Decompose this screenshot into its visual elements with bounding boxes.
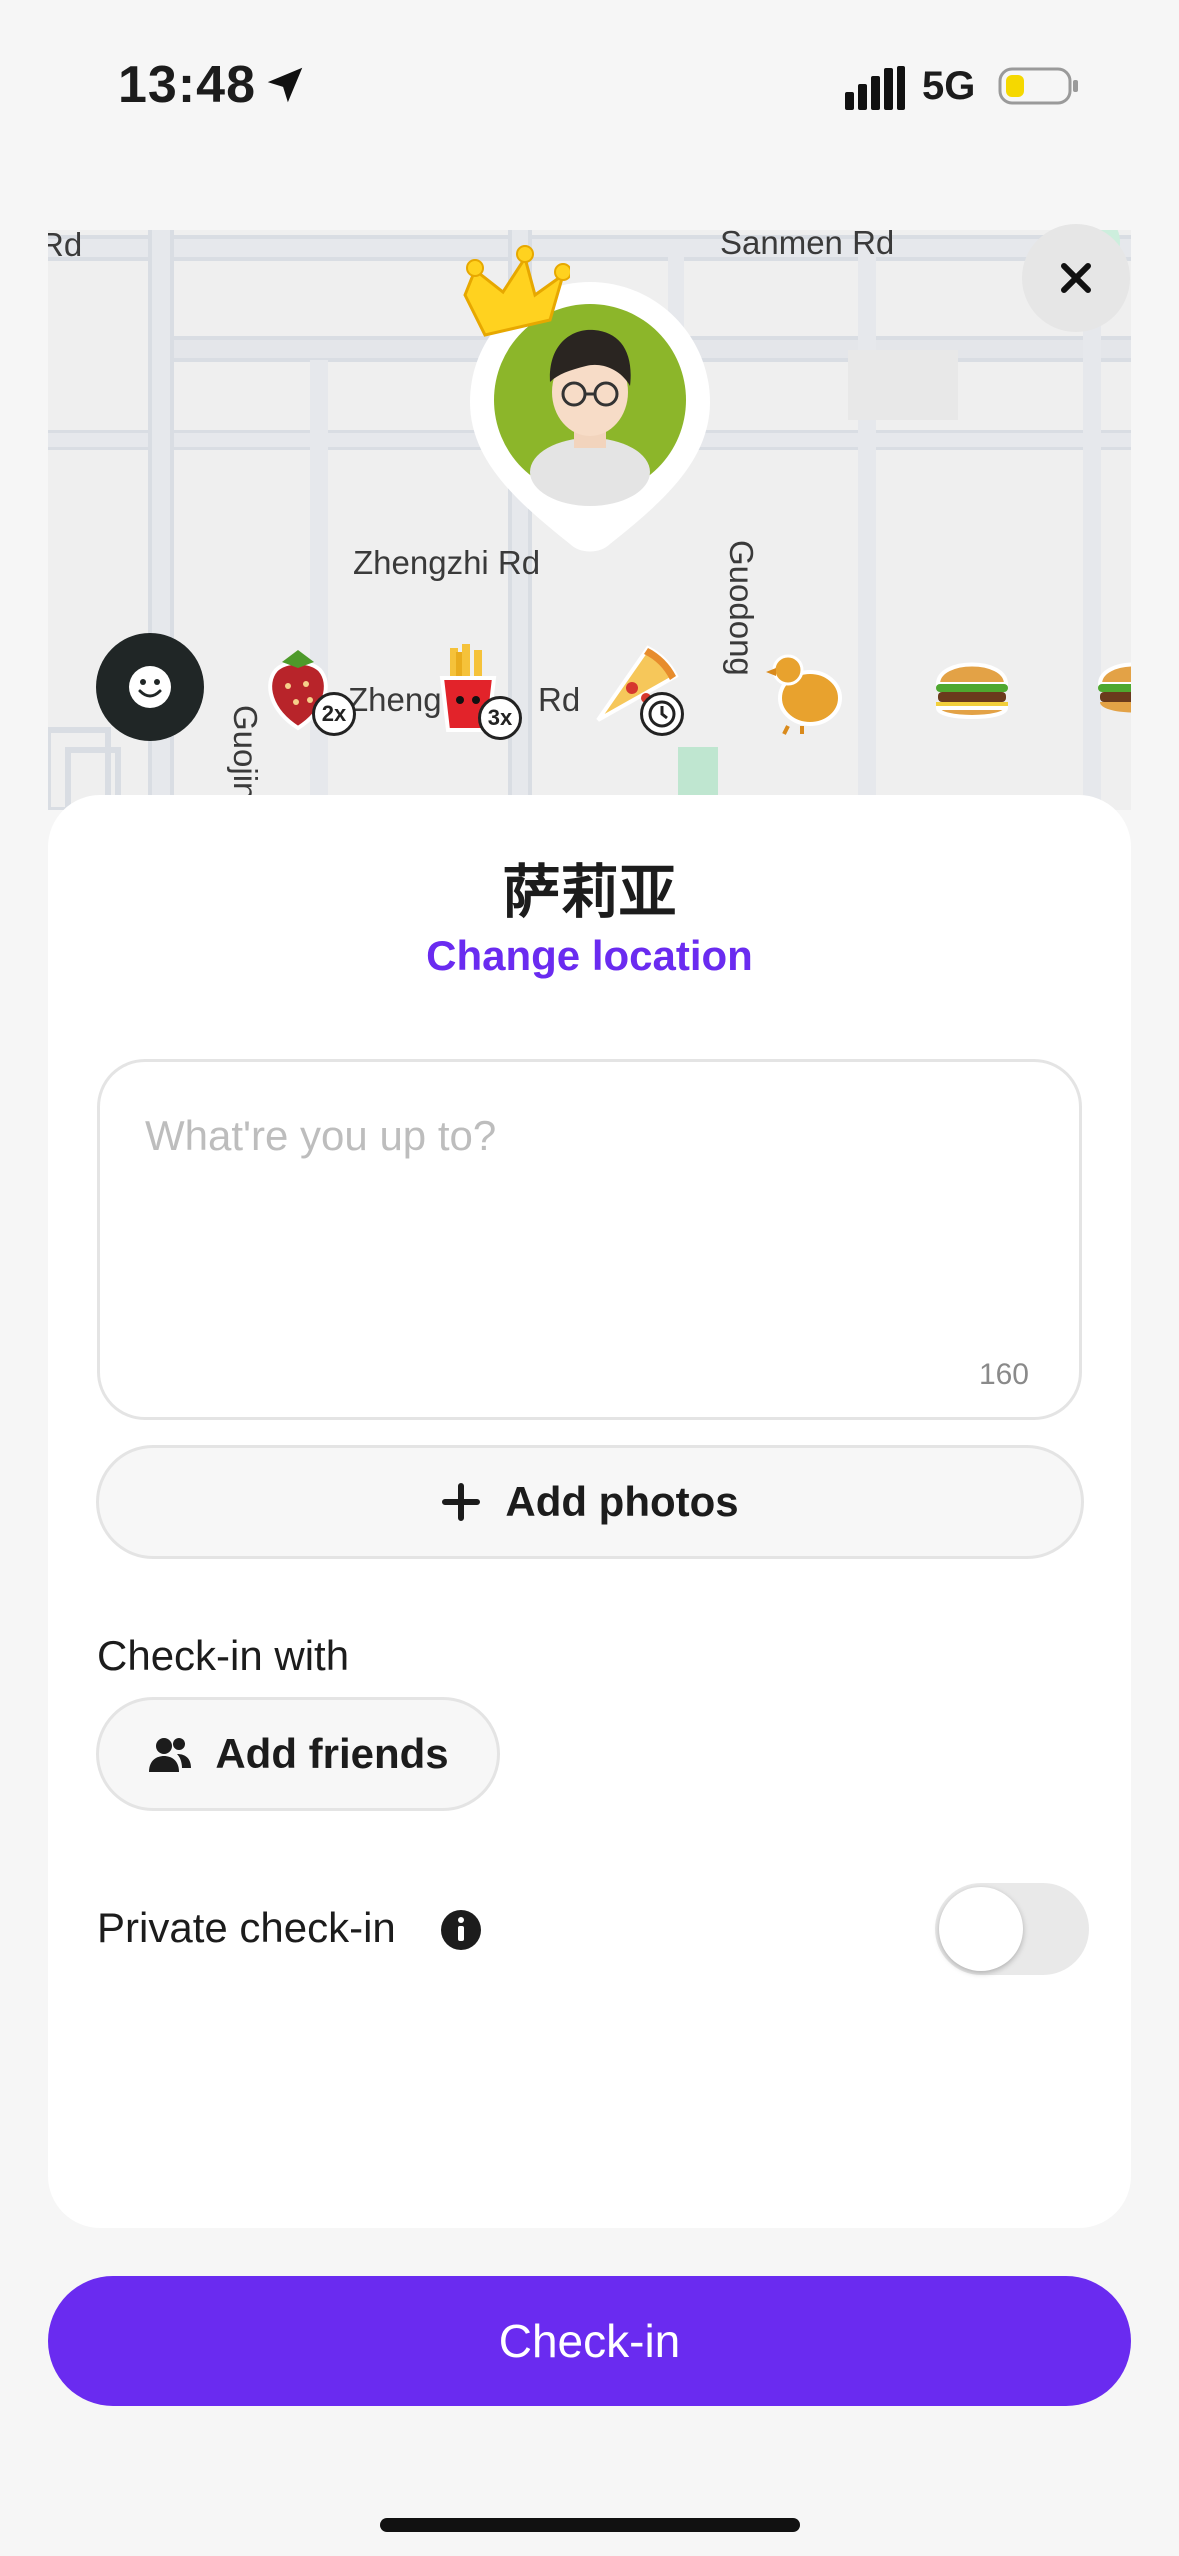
chicken-icon xyxy=(766,654,842,735)
smiley-icon xyxy=(129,666,171,708)
add-photos-button[interactable]: Add photos xyxy=(96,1445,1084,1559)
private-checkin-label: Private check-in xyxy=(97,1904,396,1951)
map-label-sanmen: Sanmen Rd xyxy=(720,230,895,261)
crown-icon xyxy=(463,245,570,337)
info-icon[interactable] xyxy=(440,1909,482,1951)
status-bar: 13:48 5G xyxy=(0,0,1179,170)
checkin-button[interactable]: Check-in xyxy=(48,2276,1131,2406)
toggle-knob xyxy=(939,1887,1023,1971)
burger-icon xyxy=(1097,662,1131,713)
multiplier-badge: 3x xyxy=(478,696,522,740)
checkin-with-label: Check-in with xyxy=(97,1632,350,1679)
add-photos-label: Add photos xyxy=(505,1478,739,1525)
multiplier-badge: 2x xyxy=(312,692,356,736)
map-label-rd-2: Rd xyxy=(538,681,581,718)
close-button[interactable] xyxy=(1022,224,1130,332)
network-type: 5G xyxy=(922,64,976,108)
battery-icon xyxy=(998,67,1078,105)
status-time: 13:48 xyxy=(118,56,256,114)
food-sticker-burger[interactable] xyxy=(924,640,1020,736)
plus-icon xyxy=(442,1483,481,1521)
status-input-box[interactable]: 160 xyxy=(97,1059,1082,1420)
emoji-button[interactable] xyxy=(96,633,204,741)
add-friends-label: Add friends xyxy=(215,1730,449,1777)
change-location-link[interactable]: Change location xyxy=(0,932,1179,980)
clock-icon xyxy=(648,700,676,728)
food-sticker-strawberry[interactable]: 2x xyxy=(250,640,356,736)
status-input[interactable] xyxy=(145,1112,1035,1332)
map-label-rd: Rd xyxy=(48,230,83,263)
private-checkin-toggle[interactable] xyxy=(935,1883,1089,1975)
signal-icon xyxy=(845,66,905,110)
food-sticker-fries[interactable]: 3x xyxy=(420,640,522,740)
place-name: 萨莉亚 xyxy=(502,858,677,926)
timer-badge xyxy=(640,692,684,736)
food-sticker-pizza[interactable] xyxy=(588,640,684,736)
food-sticker-burger-2[interactable] xyxy=(1086,640,1131,736)
map-label-guodong: Guodong xyxy=(723,540,760,676)
food-sticker-chicken[interactable] xyxy=(758,640,854,736)
char-counter: 160 xyxy=(978,1358,1029,1391)
add-friends-button[interactable]: Add friends xyxy=(96,1697,500,1811)
location-arrow-icon xyxy=(267,67,303,103)
close-icon xyxy=(1061,263,1091,293)
people-icon xyxy=(149,1738,192,1772)
burger-icon xyxy=(935,662,1009,719)
home-indicator xyxy=(380,2518,800,2532)
checkin-button-label: Check-in xyxy=(498,2315,681,2367)
